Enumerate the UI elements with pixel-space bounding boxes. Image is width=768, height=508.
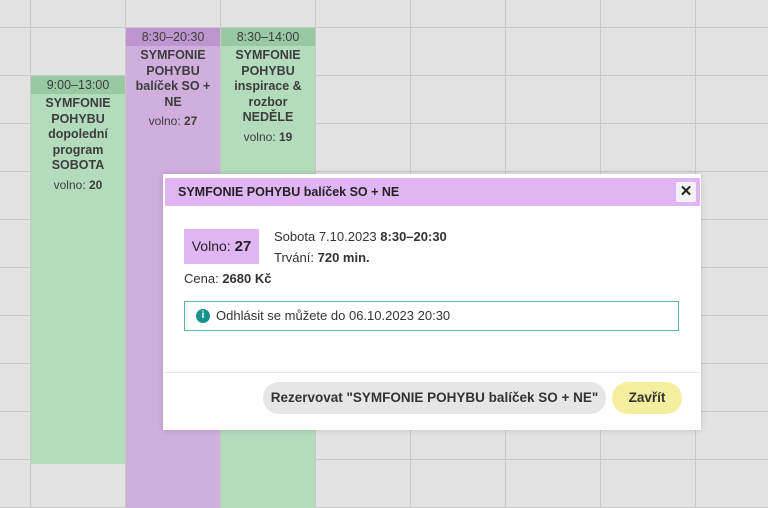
event-title: SYMFONIE POHYBU inspirace & rozbor NEDĚL… [234,48,302,124]
duration-value: 720 min. [317,250,370,265]
free-spots-count: 27 [234,238,252,255]
price-value: 2680 Kč [222,271,272,286]
price-label: Cena: [184,271,219,286]
event-detail-modal: SYMFONIE POHYBU balíček SO + NE ✕ Volno:… [163,174,701,430]
duration-label: Trvání: [274,250,314,265]
event-sobota-dopoledne[interactable]: 9:00–13:00 SYMFONIE POHYBU dopolední pro… [31,76,125,464]
event-time: 8:30–20:30 [126,28,220,46]
event-free: volno: 20 [53,177,103,192]
modal-header: SYMFONIE POHYBU balíček SO + NE ✕ [165,178,700,206]
modal-title: SYMFONIE POHYBU balíček SO + NE [178,185,400,199]
event-time: 8:30–14:00 [221,28,315,46]
close-button[interactable]: Zavřít [612,382,682,414]
event-date: Sobota 7.10.2023 8:30–20:30 [274,229,447,244]
event-price: Cena: 2680 Kč [184,271,271,286]
free-spots-badge: Volno: 27 [184,229,259,264]
free-spots-label: Volno: [191,238,231,254]
event-title: SYMFONIE POHYBU dopolední program SOBOTA [45,96,111,172]
event-duration: Trvání: 720 min. [274,250,370,265]
close-icon[interactable]: ✕ [676,182,696,202]
event-title: SYMFONIE POHYBU balíček SO + NE [135,48,211,109]
event-date-text: Sobota 7.10.2023 [274,229,377,244]
event-time: 9:00–13:00 [31,76,125,94]
modal-divider [163,372,701,373]
alert-text: Odhlásit se můžete do 06.10.2023 20:30 [216,308,451,323]
cancellation-info-alert: i Odhlásit se můžete do 06.10.2023 20:30 [184,301,679,331]
info-icon: i [196,309,210,323]
event-free: volno: 19 [243,129,293,144]
reserve-button[interactable]: Rezervovat "SYMFONIE POHYBU balíček SO +… [263,382,606,414]
event-time-range: 8:30–20:30 [380,229,447,244]
event-free: volno: 27 [148,114,198,128]
